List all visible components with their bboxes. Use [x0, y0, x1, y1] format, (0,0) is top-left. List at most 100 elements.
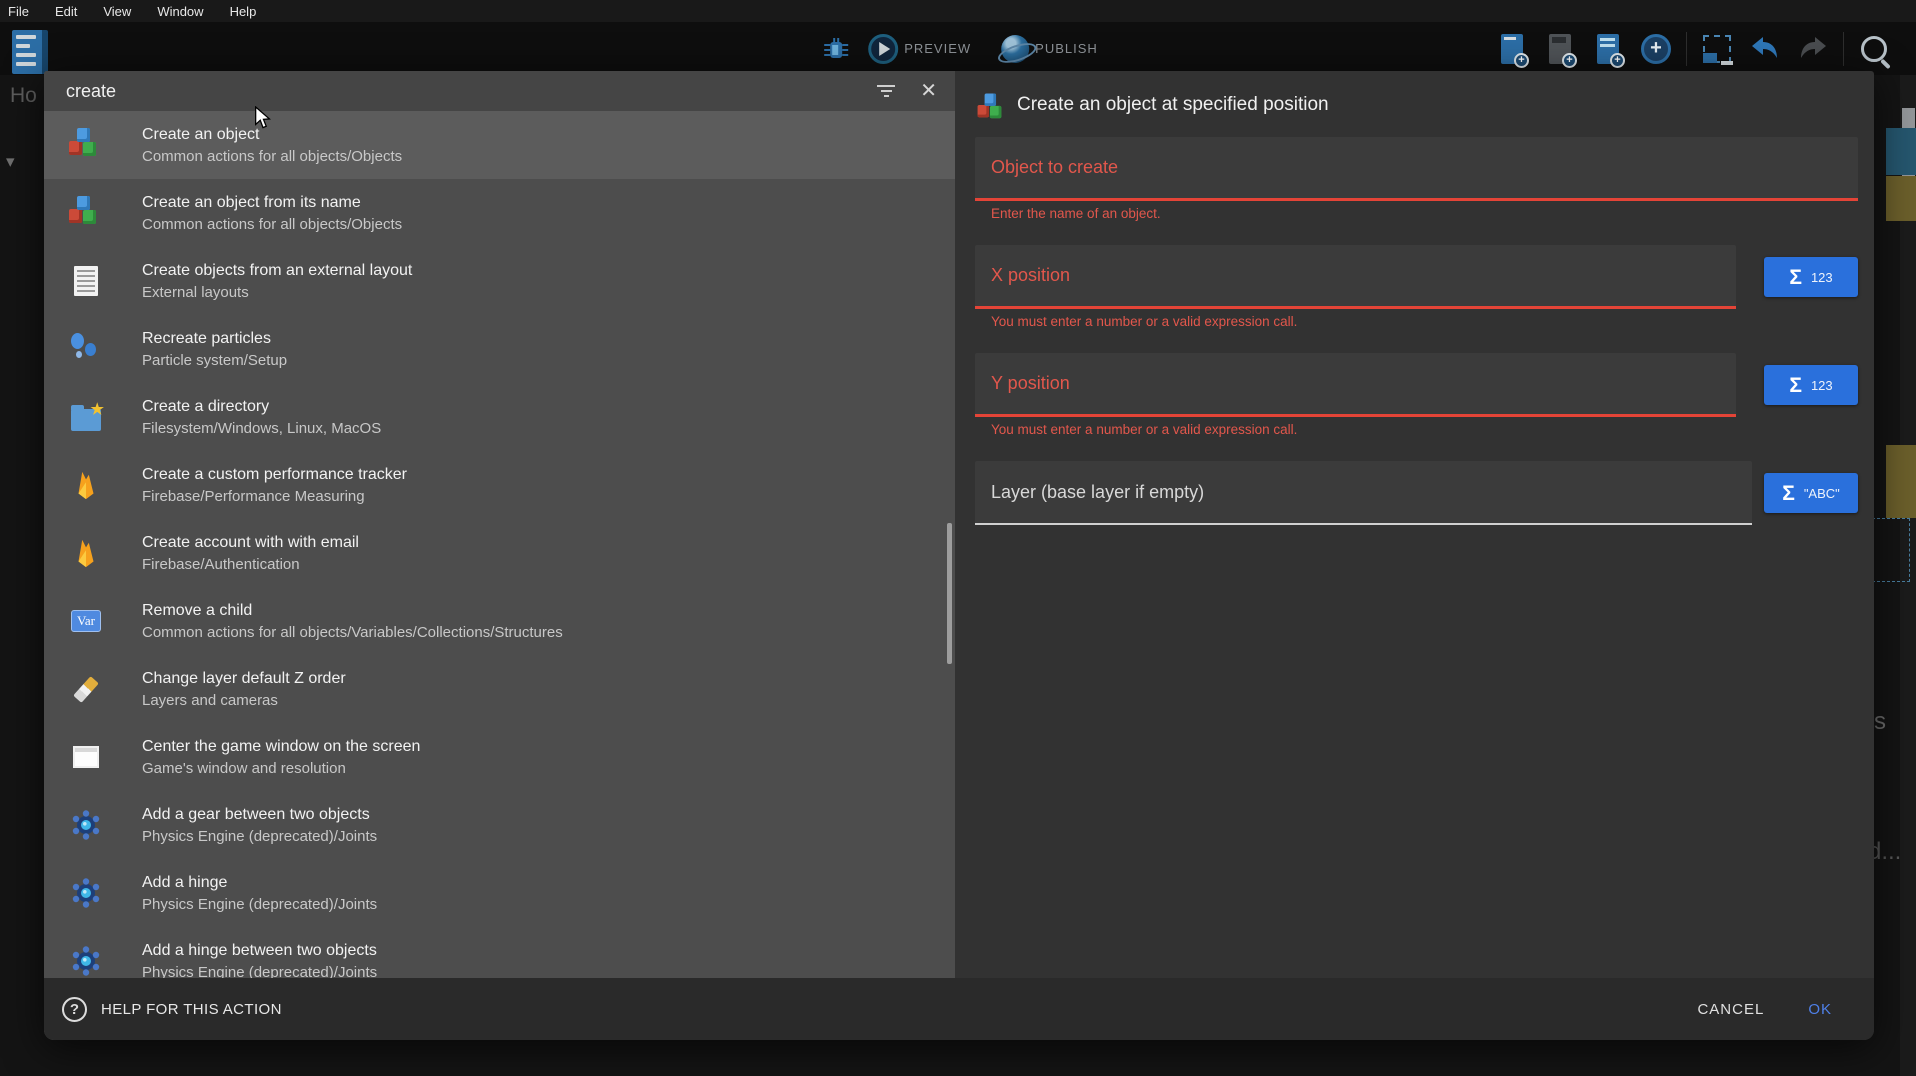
ok-button[interactable]: OK: [1808, 1001, 1832, 1018]
x-expression-button[interactable]: Σ 123: [1764, 257, 1858, 297]
variable-badge-icon: Var: [68, 603, 104, 639]
result-title: Create an object from its name: [142, 194, 361, 211]
search-results-list: Create an object Common actions for all …: [44, 111, 955, 1040]
menu-help[interactable]: Help: [230, 4, 257, 19]
field-error-text: You must enter a number or a valid expre…: [991, 314, 1858, 331]
result-title: Create an object: [142, 126, 259, 143]
objects-cubes-icon: [68, 127, 104, 163]
x-position-input[interactable]: [991, 265, 1736, 286]
list-item[interactable]: Create objects from an external layout E…: [44, 247, 955, 315]
document-icon: [68, 263, 104, 299]
result-subtitle: Particle system/Setup: [142, 352, 287, 369]
background-object-olive: [1886, 176, 1916, 221]
expression-type-label: "ABC": [1804, 486, 1840, 501]
y-expression-button[interactable]: Σ 123: [1764, 365, 1858, 405]
add-scene-icon[interactable]: +: [1494, 29, 1530, 69]
result-subtitle: Physics Engine (deprecated)/Joints: [142, 828, 377, 845]
preview-button[interactable]: PREVIEW: [868, 34, 971, 64]
list-item[interactable]: Add a hinge Physics Engine (deprecated)/…: [44, 859, 955, 927]
add-events-icon[interactable]: +: [1590, 29, 1626, 69]
redo-icon[interactable]: [1795, 29, 1831, 69]
project-manager-icon[interactable]: [12, 30, 48, 74]
eraser-icon: [68, 671, 104, 707]
undo-icon[interactable]: [1747, 29, 1783, 69]
action-search-pane: ✕ Create an object Common actions for al…: [44, 71, 955, 1040]
background-partial-text: s: [1874, 708, 1886, 736]
toolbar-center: PREVIEW PUBLISH: [818, 22, 1098, 75]
physics-gear-icon: [68, 943, 104, 979]
result-title: Change layer default Z order: [142, 670, 346, 687]
help-for-this-action-button[interactable]: HELP FOR THIS ACTION: [101, 1001, 282, 1018]
physics-gear-icon: [68, 807, 104, 843]
layer-field[interactable]: [975, 461, 1752, 525]
object-to-create-input[interactable]: [991, 157, 1858, 178]
list-item[interactable]: Create a custom performance tracker Fire…: [44, 451, 955, 519]
result-title: Remove a child: [142, 602, 252, 619]
list-item[interactable]: Create account with with email Firebase/…: [44, 519, 955, 587]
globe-icon: [1001, 35, 1029, 63]
list-item[interactable]: Center the game window on the screen Gam…: [44, 723, 955, 791]
folder-star-icon: ★: [68, 399, 104, 435]
firebase-flame-icon: [68, 535, 104, 571]
result-subtitle: Layers and cameras: [142, 692, 278, 709]
result-title: Add a hinge: [142, 874, 227, 891]
publish-button[interactable]: PUBLISH: [1001, 35, 1098, 63]
x-position-field[interactable]: [975, 245, 1736, 309]
chevron-down-icon[interactable]: ▾: [6, 152, 15, 172]
search-icon[interactable]: [1856, 29, 1892, 69]
list-item[interactable]: Create an object Common actions for all …: [44, 111, 955, 179]
layer-input[interactable]: [991, 482, 1752, 503]
result-title: Center the game window on the screen: [142, 738, 420, 755]
toolbar: PREVIEW PUBLISH + + + +: [0, 22, 1916, 75]
search-input[interactable]: [44, 81, 876, 102]
list-scrollbar-thumb[interactable]: [947, 523, 952, 664]
search-bar: ✕: [44, 71, 955, 111]
result-subtitle: Common actions for all objects/Objects: [142, 148, 402, 165]
toolbar-right: + + + +: [1494, 22, 1892, 75]
list-item[interactable]: Change layer default Z order Layers and …: [44, 655, 955, 723]
y-position-field[interactable]: [975, 353, 1736, 417]
list-item[interactable]: Var Remove a child Common actions for al…: [44, 587, 955, 655]
cancel-button[interactable]: CANCEL: [1697, 1001, 1764, 1018]
help-icon: ?: [62, 997, 87, 1022]
menu-file[interactable]: File: [8, 4, 29, 19]
result-title: Add a hinge between two objects: [142, 942, 377, 959]
debug-icon[interactable]: [818, 29, 854, 69]
home-tab-partial[interactable]: Ho: [10, 84, 37, 108]
action-editor-pane: Create an object at specified position E…: [955, 71, 1874, 1040]
result-title: Create a custom performance tracker: [142, 466, 407, 483]
result-subtitle: Common actions for all objects/Variables…: [142, 624, 563, 641]
expression-type-label: 123: [1811, 378, 1833, 393]
layer-expression-button[interactable]: Σ "ABC": [1764, 473, 1858, 513]
result-title: Recreate particles: [142, 330, 271, 347]
filter-icon[interactable]: [876, 85, 896, 97]
list-item[interactable]: Add a gear between two objects Physics E…: [44, 791, 955, 859]
toolbar-separator: [1843, 32, 1844, 66]
close-icon[interactable]: ✕: [920, 81, 937, 101]
dialog-footer: ? HELP FOR THIS ACTION CANCEL OK: [44, 978, 1874, 1040]
sigma-icon: Σ: [1789, 267, 1802, 288]
result-subtitle: Firebase/Authentication: [142, 556, 300, 573]
physics-gear-icon: [68, 875, 104, 911]
list-item[interactable]: Create an object from its name Common ac…: [44, 179, 955, 247]
menu-edit[interactable]: Edit: [55, 4, 77, 19]
field-error-text: You must enter a number or a valid expre…: [991, 422, 1858, 439]
publish-label: PUBLISH: [1035, 41, 1098, 56]
app-window: File Edit View Window Help PRE: [0, 0, 1916, 1076]
add-circle-icon[interactable]: +: [1638, 29, 1674, 69]
result-title: Create account with with email: [142, 534, 359, 551]
menu-window[interactable]: Window: [157, 4, 203, 19]
list-item[interactable]: ★ Create a directory Filesystem/Windows,…: [44, 383, 955, 451]
background-selection-rect: [1872, 518, 1910, 582]
add-external-events-icon[interactable]: +: [1542, 29, 1578, 69]
menu-view[interactable]: View: [103, 4, 131, 19]
background-object-teal: [1886, 128, 1916, 175]
sigma-icon: Σ: [1789, 375, 1802, 396]
deselect-marquee-icon[interactable]: [1699, 29, 1735, 69]
y-position-input[interactable]: [991, 373, 1736, 394]
mouse-cursor: [252, 106, 274, 130]
action-editor-header: Create an object at specified position: [975, 87, 1858, 123]
object-to-create-field[interactable]: [975, 137, 1858, 201]
list-item[interactable]: Recreate particles Particle system/Setup: [44, 315, 955, 383]
objects-cubes-icon: [68, 195, 104, 231]
